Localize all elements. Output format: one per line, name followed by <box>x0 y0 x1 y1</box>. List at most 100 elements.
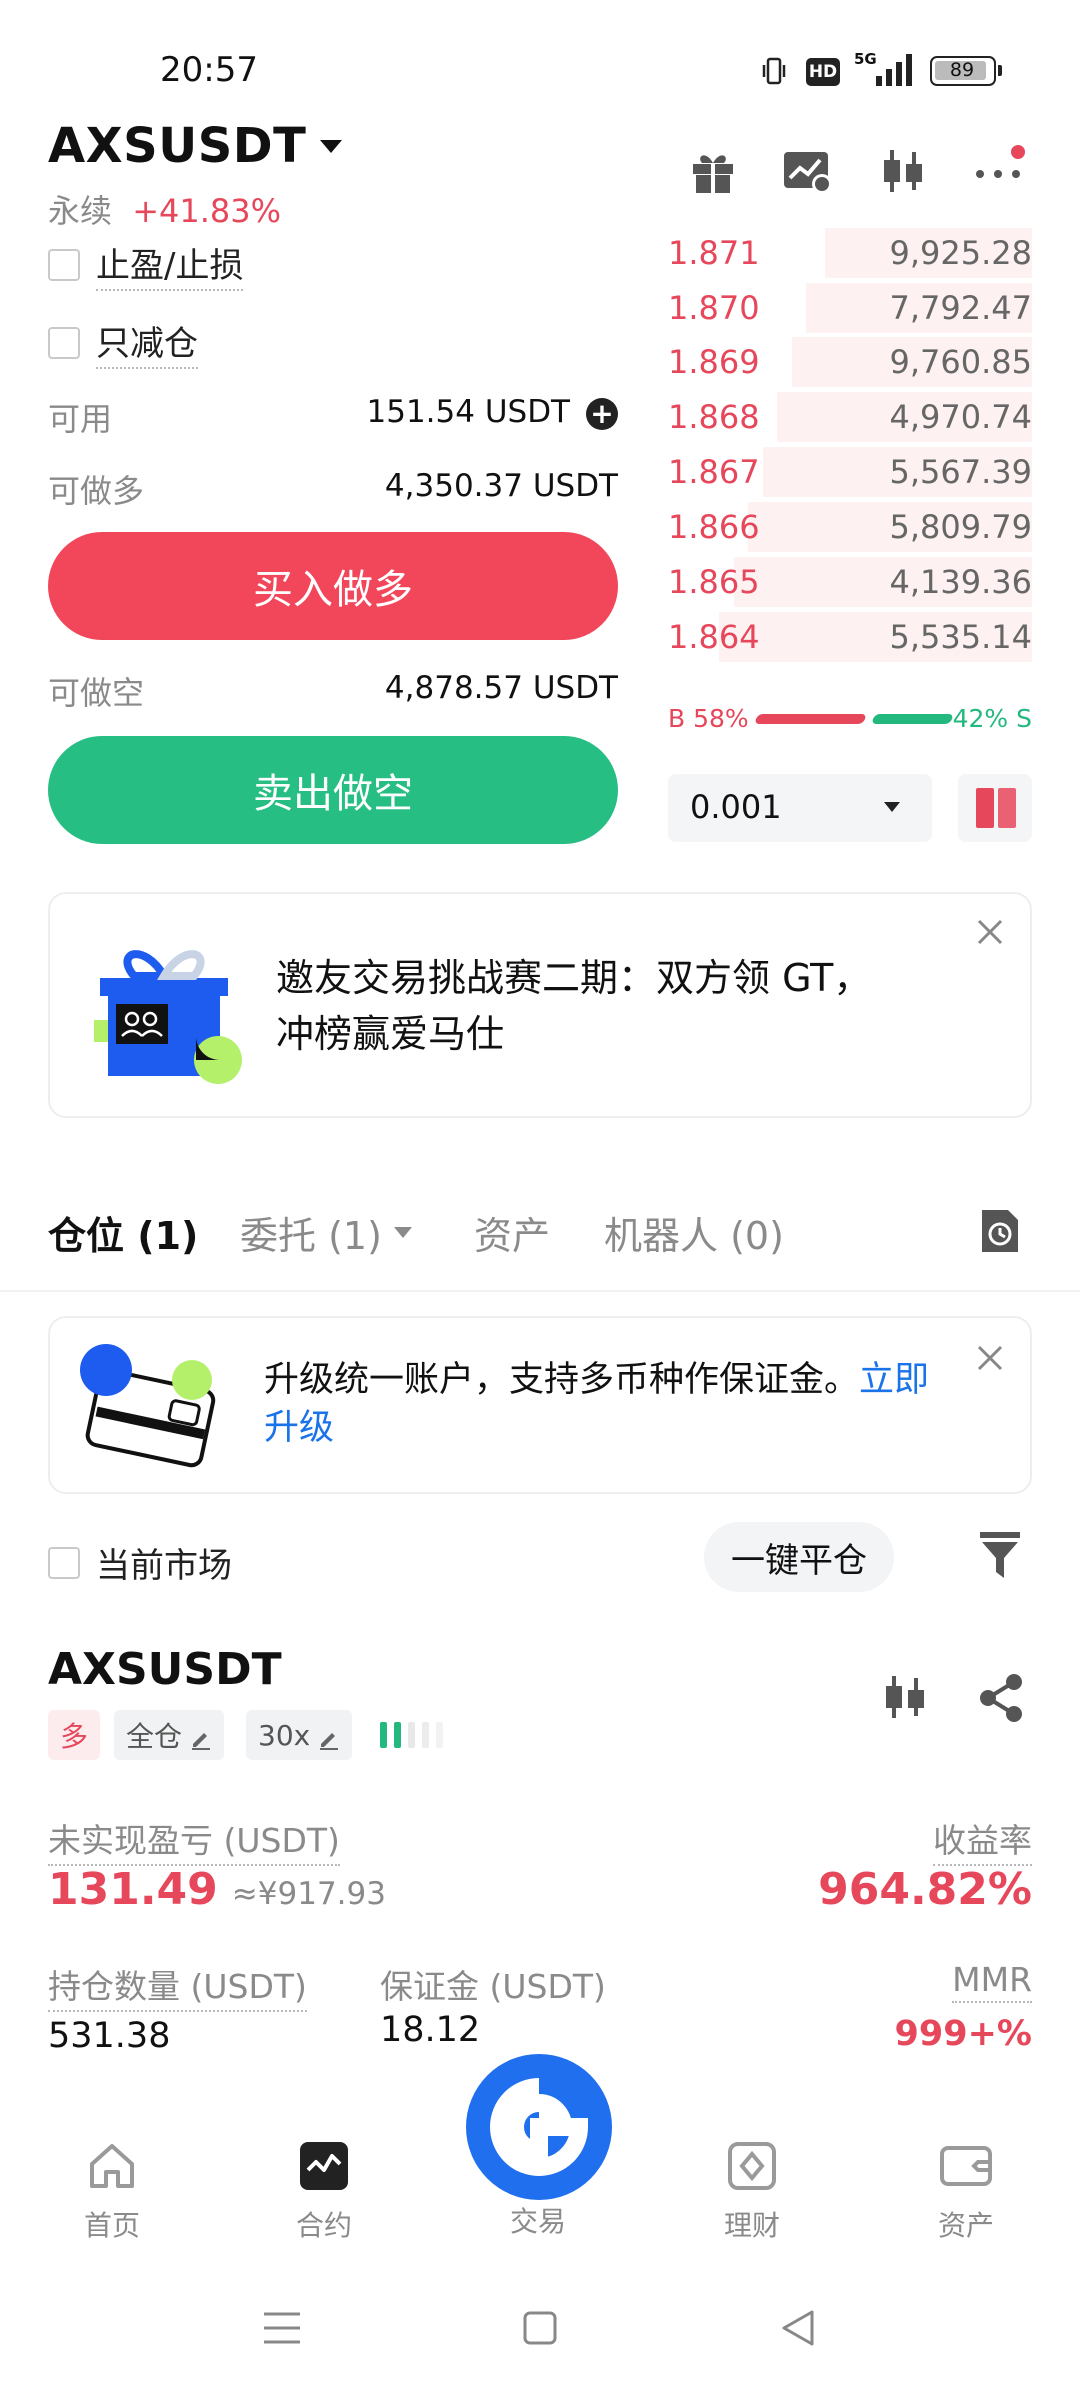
nav-finance-label: 理财 <box>723 2209 780 2242</box>
orderbook-ask-row[interactable]: 1.867 5,567.39 <box>668 447 1032 497</box>
tab-orders-label: 委托 (1) <box>240 1214 382 1258</box>
more-icon[interactable] <box>974 144 1028 194</box>
finance-icon <box>728 2142 776 2190</box>
max-short-label: 可做空 <box>48 674 145 712</box>
orderbook-ask-row[interactable]: 1.865 4,139.36 <box>668 557 1032 607</box>
edit-icon <box>318 1724 340 1750</box>
tp-sl-checkbox[interactable] <box>48 248 80 281</box>
price-change: +41.83% <box>132 192 282 230</box>
promo-text-line1: 邀友交易挑战赛二期：双方领 GT， <box>276 956 872 1000</box>
ask-qty: 9,760.85 <box>889 343 1033 381</box>
tab-positions[interactable]: 仓位 (1) <box>48 1205 198 1260</box>
candlestick-icon[interactable] <box>880 1672 930 1722</box>
margin-mode-chip[interactable]: 全仓 <box>114 1710 225 1760</box>
close-all-label: 一键平仓 <box>731 1540 867 1581</box>
gift-icon[interactable] <box>688 146 738 196</box>
ask-price: 1.871 <box>668 234 760 272</box>
tab-bots[interactable]: 机器人 (0) <box>604 1205 784 1260</box>
upnl-label[interactable]: 未实现盈亏 (USDT) <box>48 1814 340 1866</box>
status-bar: 20:57 HD 5G 89 <box>0 0 1080 100</box>
tab-assets[interactable]: 资产 <box>474 1205 550 1260</box>
nav-finance[interactable]: 理财 <box>682 2140 822 2244</box>
nav-trade-label-wrap[interactable]: 交易 <box>468 2140 608 2240</box>
orderbook-ask-row[interactable]: 1.871 9,925.28 <box>668 228 1032 278</box>
battery-level: 89 <box>949 59 975 81</box>
symbol-selector[interactable]: AXSUSDT <box>48 118 343 174</box>
upgrade-link-part1[interactable]: 立即 <box>859 1360 929 1400</box>
caret-down-icon <box>320 139 343 153</box>
history-icon[interactable] <box>978 1206 1022 1256</box>
mmr-value: 999+% <box>894 2014 1032 2054</box>
contract-info: 永续 +41.83% <box>48 186 281 232</box>
close-icon[interactable] <box>976 918 1004 946</box>
current-market-filter[interactable]: 当前市场 <box>48 1538 232 1587</box>
sell-ratio-bar <box>871 714 954 724</box>
system-menu-icon[interactable] <box>262 2310 302 2346</box>
close-icon[interactable] <box>976 1344 1004 1372</box>
system-home-icon[interactable] <box>522 2310 558 2346</box>
nav-futures-label: 合约 <box>295 2209 352 2242</box>
size-value: 531.38 <box>48 2016 171 2056</box>
tp-sl-label: 止盈/止损 <box>96 238 244 291</box>
layout-icon <box>976 788 1016 828</box>
edit-icon <box>190 1724 212 1750</box>
ask-qty: 4,970.74 <box>889 398 1033 436</box>
tp-sl-toggle[interactable]: 止盈/止损 <box>48 238 244 291</box>
roe-label[interactable]: 收益率 <box>933 1814 1032 1866</box>
current-market-checkbox[interactable] <box>48 1546 80 1579</box>
size-label[interactable]: 持仓数量 (USDT) <box>48 1960 307 2012</box>
nav-futures[interactable]: 合约 <box>254 2140 394 2244</box>
ask-qty: 9,925.28 <box>889 234 1033 272</box>
position-symbol[interactable]: AXSUSDT <box>48 1644 282 1695</box>
buy-long-button[interactable]: 买入做多 <box>48 532 618 640</box>
orderbook-ask-row[interactable]: 1.870 7,792.47 <box>668 283 1032 333</box>
buy-ratio-label: B 58% <box>668 704 749 733</box>
mmr-label[interactable]: MMR <box>952 1960 1032 2003</box>
nav-home[interactable]: 首页 <box>42 2140 182 2244</box>
available-label: 可用 <box>48 400 113 438</box>
roe-value: 964.82% <box>818 1864 1032 1915</box>
ask-price: 1.864 <box>668 618 760 656</box>
precision-selector[interactable]: 0.001 <box>668 774 932 842</box>
upgrade-text-main: 升级统一账户，支持多币种作保证金。 <box>264 1360 860 1400</box>
upgrade-banner[interactable]: 升级统一账户，支持多币种作保证金。立即升级 <box>48 1316 1032 1494</box>
leverage-chip[interactable]: 30x <box>246 1710 353 1760</box>
orderbook-ask-row[interactable]: 1.864 5,535.14 <box>668 612 1032 662</box>
battery-icon: 89 <box>930 56 1002 86</box>
buy-long-label: 买入做多 <box>253 567 413 613</box>
buy-sell-ratio: B 58% 42% S <box>668 700 1032 740</box>
nav-trade-label: 交易 <box>509 2205 566 2238</box>
system-back-icon[interactable] <box>780 2308 816 2348</box>
upnl-cny: ≈¥917.93 <box>231 1876 386 1912</box>
ask-price: 1.869 <box>668 343 760 381</box>
tab-orders[interactable]: 委托 (1) <box>240 1205 412 1260</box>
wallet-icon <box>940 2146 992 2186</box>
chart-settings-icon[interactable] <box>782 148 834 196</box>
leverage-label: 30x <box>258 1718 311 1752</box>
upgrade-link-part2[interactable]: 升级 <box>264 1408 334 1448</box>
filter-icon[interactable] <box>978 1530 1022 1582</box>
orderbook-ask-row[interactable]: 1.868 4,970.74 <box>668 392 1032 442</box>
ask-price: 1.867 <box>668 453 760 491</box>
orderbook-ask-row[interactable]: 1.866 5,809.79 <box>668 502 1032 552</box>
side-label: 多 <box>60 1720 89 1753</box>
share-icon[interactable] <box>976 1672 1026 1724</box>
add-funds-icon[interactable]: + <box>586 398 618 430</box>
candlestick-icon[interactable] <box>878 146 928 196</box>
promo-banner[interactable]: 邀友交易挑战赛二期：双方领 GT， 冲榜赢爱马仕 <box>48 892 1032 1118</box>
upnl-row: 131.49 ≈¥917.93 <box>48 1864 386 1915</box>
reduce-only-checkbox[interactable] <box>48 326 80 359</box>
margin-value: 18.12 <box>380 2010 481 2050</box>
orderbook-ask-row[interactable]: 1.869 9,760.85 <box>668 337 1032 387</box>
close-all-button[interactable]: 一键平仓 <box>704 1522 894 1592</box>
reduce-only-label: 只减仓 <box>96 316 198 369</box>
divider <box>0 1290 1080 1292</box>
hd-label: HD <box>808 62 838 82</box>
precision-value: 0.001 <box>690 788 782 826</box>
orderbook-view-toggle[interactable] <box>958 774 1032 842</box>
nav-assets[interactable]: 资产 <box>896 2140 1036 2244</box>
reduce-only-toggle[interactable]: 只减仓 <box>48 316 198 369</box>
ask-price: 1.868 <box>668 398 760 436</box>
ask-qty: 4,139.36 <box>889 563 1033 601</box>
sell-short-button[interactable]: 卖出做空 <box>48 736 618 844</box>
